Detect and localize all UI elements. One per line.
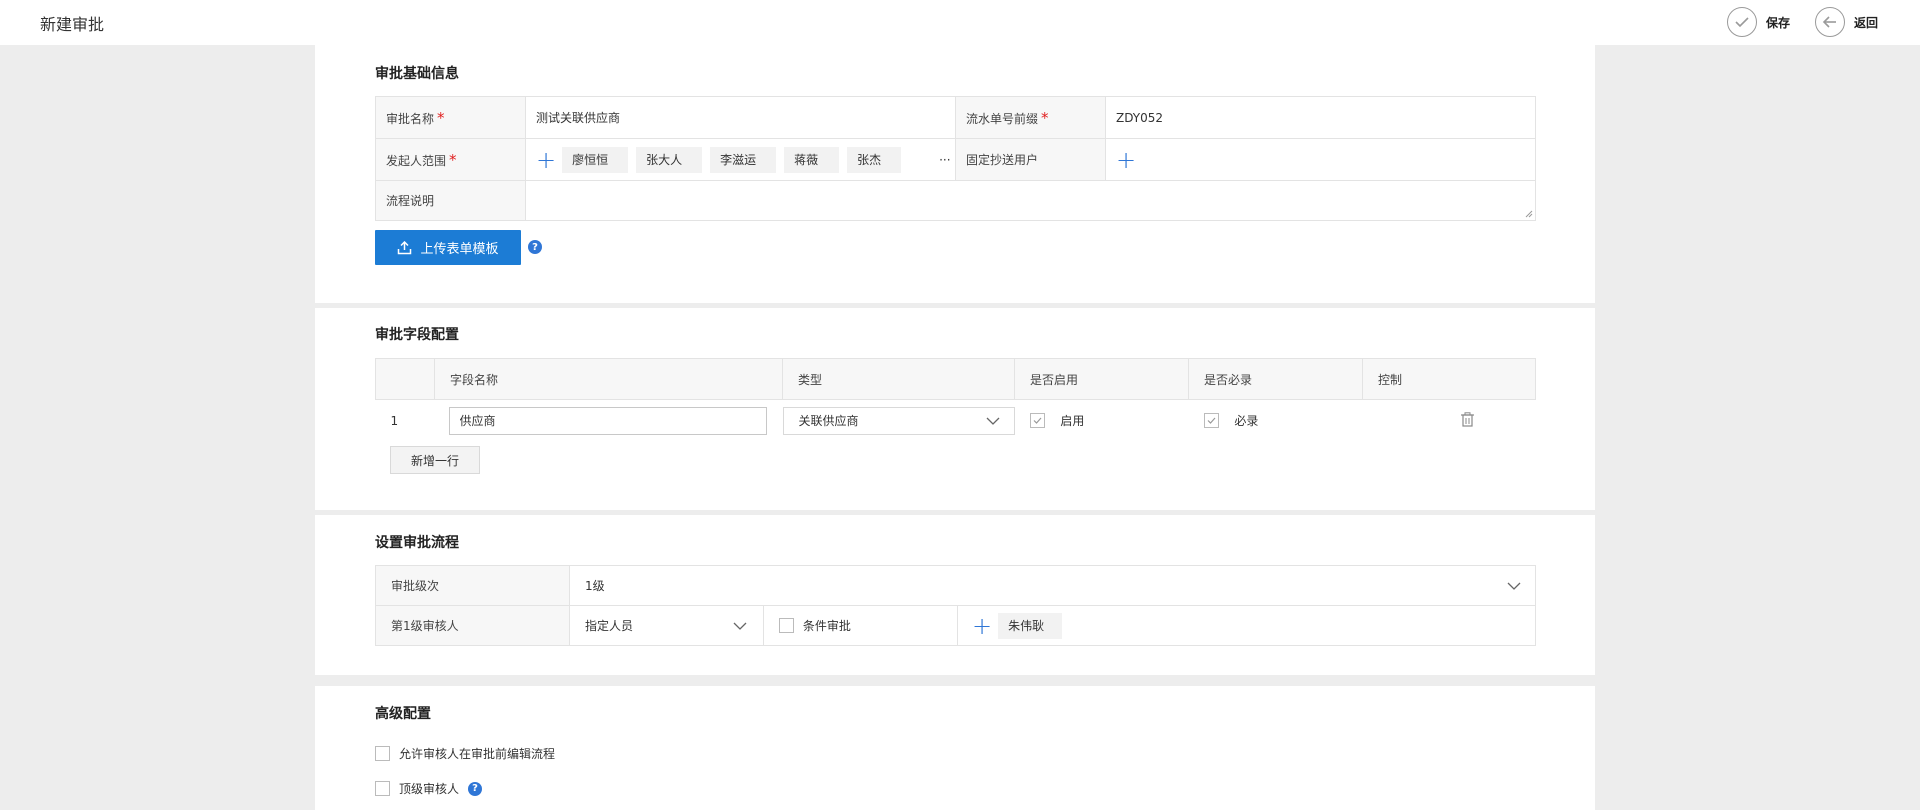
section-title-flow: 设置审批流程 xyxy=(375,535,459,551)
resize-handle-icon[interactable] xyxy=(1525,210,1533,218)
column-header: 控制 xyxy=(1362,358,1536,400)
trash-icon[interactable] xyxy=(1460,412,1475,427)
option-edit-before-approve[interactable]: 允许审核人在审批前编辑流程 xyxy=(375,745,555,762)
section-title-advanced: 高级配置 xyxy=(375,706,431,722)
approval-flow-panel: 设置审批流程 审批级次 1级 第1级审核人 指定人员 条件审批 + 朱伟耿 xyxy=(315,515,1595,675)
approval-flow-table: 审批级次 1级 第1级审核人 指定人员 条件审批 + 朱伟耿 xyxy=(375,565,1537,646)
required-label: 必录 xyxy=(1234,414,1259,429)
option-label: 允许审核人在审批前编辑流程 xyxy=(399,747,556,761)
enabled-label: 启用 xyxy=(1060,414,1085,429)
level-label-cell: 审批级次 xyxy=(375,565,570,606)
more-initiators-icon[interactable]: ··· xyxy=(939,153,950,167)
row-index: 1 xyxy=(390,413,399,428)
column-header: 类型 xyxy=(782,358,1015,400)
option-checkbox[interactable] xyxy=(375,746,390,761)
condition-checkbox[interactable] xyxy=(779,618,794,633)
reviewer-chip[interactable]: 朱伟耿 xyxy=(998,612,1063,639)
option-top-reviewer[interactable]: 顶级审核人 ? xyxy=(375,780,483,797)
help-icon[interactable]: ? xyxy=(528,240,542,254)
name-label-cell: 审批名称 * xyxy=(375,96,526,139)
add-cc-icon[interactable]: + xyxy=(1116,148,1136,172)
section-title-basic: 审批基础信息 xyxy=(375,66,459,82)
chevron-down-icon xyxy=(986,417,999,425)
add-reviewer-icon[interactable]: + xyxy=(972,614,992,638)
name-field[interactable]: 测试关联供应商 xyxy=(525,96,956,139)
desc-textarea[interactable] xyxy=(525,180,1536,221)
enabled-checkbox[interactable] xyxy=(1029,413,1045,429)
reviewer-type-select[interactable]: 指定人员 xyxy=(569,605,764,646)
prefix-field[interactable]: ZDY052 xyxy=(1105,96,1536,139)
field-type-select[interactable]: 关联供应商 xyxy=(782,406,1015,435)
initiator-chip[interactable]: 张大人 xyxy=(636,146,703,173)
add-row-button[interactable]: 新增一行 xyxy=(390,446,480,474)
back-label: 返回 xyxy=(1854,15,1879,30)
initiator-chip[interactable]: 廖恒恒 xyxy=(562,146,629,173)
upload-template-button[interactable]: 上传表单模板 xyxy=(375,230,521,265)
initiator-field: + 廖恒恒 张大人 李滋运 蒋薇 张杰 ··· xyxy=(525,138,956,181)
reviewer-label-cell: 第1级审核人 xyxy=(375,605,570,646)
level-select[interactable]: 1级 xyxy=(568,565,1537,606)
initiator-chip[interactable]: 蒋薇 xyxy=(784,146,840,173)
field-config-table: 字段名称 类型 是否启用 是否必录 控制 1 关联供应商 启用 必录 xyxy=(375,358,1536,442)
save-button[interactable]: 保存 xyxy=(1727,7,1790,37)
cc-field: + xyxy=(1105,138,1536,181)
condition-cell: 条件审批 xyxy=(763,605,958,646)
back-button[interactable]: 返回 xyxy=(1815,7,1878,37)
column-header: 是否必录 xyxy=(1188,358,1363,400)
required-checkbox[interactable] xyxy=(1203,413,1219,429)
chevron-down-icon xyxy=(733,622,747,630)
advanced-panel: 高级配置 允许审核人在审批前编辑流程 顶级审核人 ? xyxy=(315,686,1595,810)
column-header: 字段名称 xyxy=(434,358,783,400)
help-icon[interactable]: ? xyxy=(468,781,483,796)
field-config-panel: 审批字段配置 字段名称 类型 是否启用 是否必录 控制 1 关联供应商 启用 xyxy=(315,308,1595,753)
initiator-label-cell: 发起人范围 * xyxy=(375,138,526,181)
basic-info-table: 审批名称 * 测试关联供应商 流水单号前缀 * ZDY052 发起人范围 * + 廖恒恒… xyxy=(375,96,1536,221)
table-row: 1 关联供应商 启用 必录 xyxy=(376,400,1536,442)
upload-label: 上传表单模板 xyxy=(420,242,499,257)
prefix-label-cell: 流水单号前缀 * xyxy=(955,96,1106,139)
basic-info-panel: 审批基础信息 审批名称 * 测试关联供应商 流水单号前缀 * ZDY052 发起人范… xyxy=(315,45,1595,303)
section-title-fields: 审批字段配置 xyxy=(375,327,459,343)
initiator-chip[interactable]: 李滋运 xyxy=(710,146,777,173)
condition-label: 条件审批 xyxy=(802,619,851,633)
column-header: 是否启用 xyxy=(1014,358,1189,400)
reviewer-cell: + 朱伟耿 xyxy=(956,605,1537,646)
cc-label-cell: 固定抄送用户 xyxy=(955,138,1106,181)
add-initiator-icon[interactable]: + xyxy=(536,148,556,172)
check-circle-icon xyxy=(1727,7,1757,37)
upload-icon xyxy=(398,240,412,254)
desc-label-cell: 流程说明 xyxy=(375,180,526,221)
page-title: 新建审批 xyxy=(40,15,105,34)
option-label: 顶级审核人 xyxy=(399,782,460,796)
option-checkbox[interactable] xyxy=(375,781,390,796)
top-bar: 新建审批 保存 返回 xyxy=(0,0,1920,45)
back-arrow-icon xyxy=(1815,7,1845,37)
save-label: 保存 xyxy=(1766,15,1791,30)
field-name-input[interactable] xyxy=(448,406,767,435)
chevron-down-icon xyxy=(1507,582,1521,590)
column-header-index xyxy=(375,358,435,400)
initiator-chip[interactable]: 张杰 xyxy=(847,146,902,173)
